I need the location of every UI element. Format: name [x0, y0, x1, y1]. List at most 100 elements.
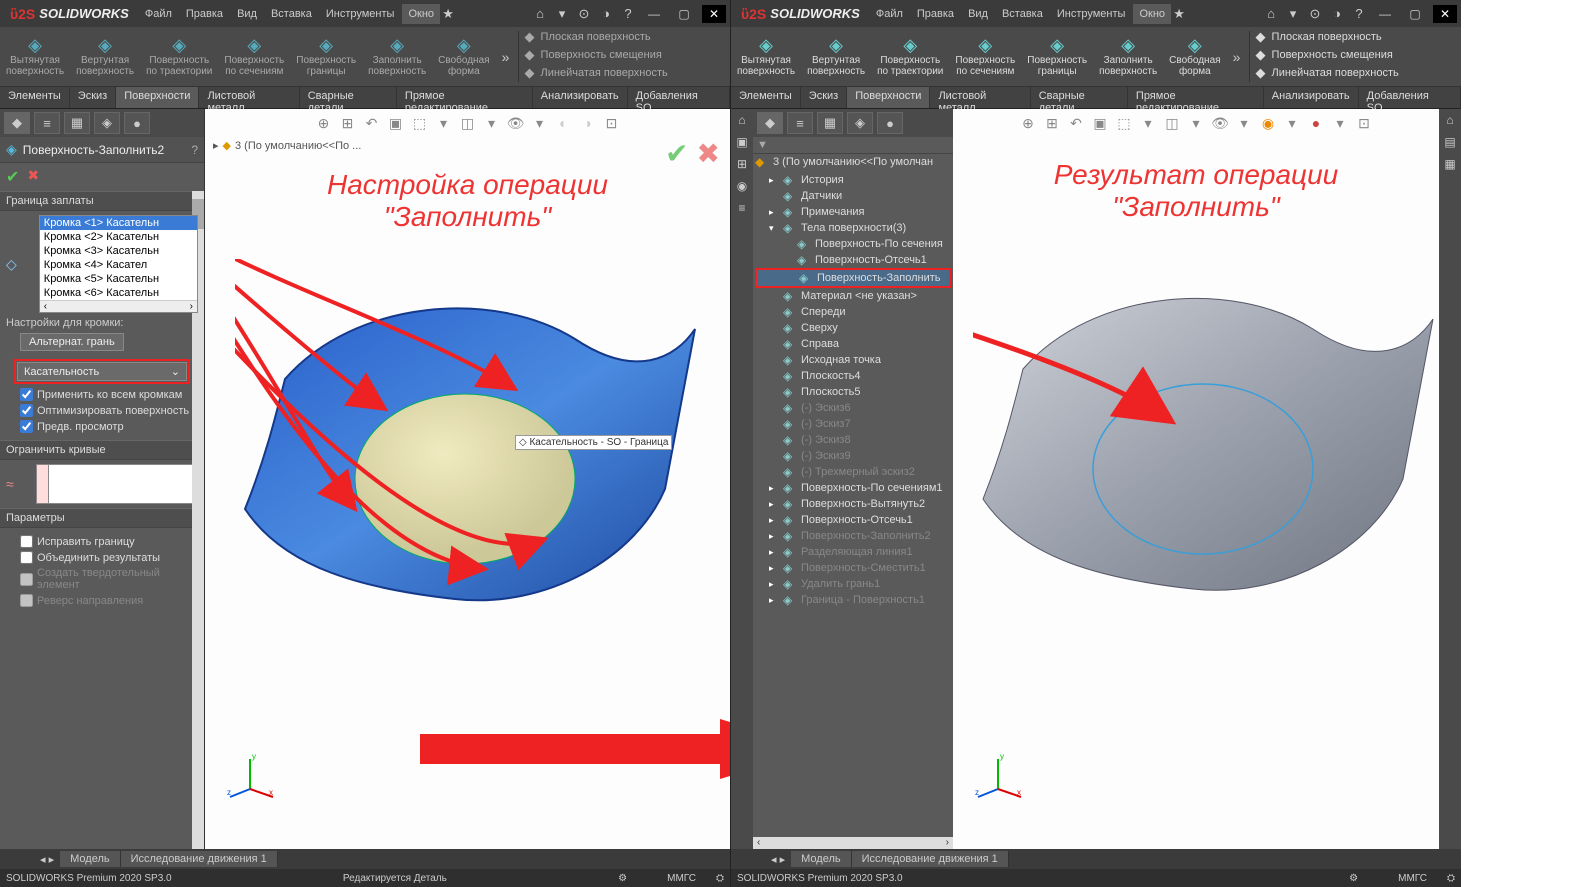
doc-icon[interactable]: ▾: [554, 6, 570, 22]
close-button[interactable]: ✕: [702, 5, 726, 23]
menu-Правка[interactable]: Правка: [180, 4, 229, 24]
pin-icon[interactable]: ★: [1171, 6, 1187, 22]
box-icon[interactable]: ⬚: [1114, 113, 1134, 133]
tab-model[interactable]: Модель: [791, 851, 851, 867]
gear-icon[interactable]: ⛭: [1447, 873, 1455, 884]
menu-Инструменты[interactable]: Инструменты: [320, 4, 401, 24]
tree-node[interactable]: ◈Поверхность-Заполнить: [755, 268, 951, 288]
display-icon[interactable]: ◐: [554, 113, 574, 133]
ribbon-overflow[interactable]: »: [1227, 27, 1247, 86]
home-icon[interactable]: ⌂: [532, 6, 548, 22]
section-curves[interactable]: Ограничить кривые: [0, 440, 204, 460]
tree-node[interactable]: ▸◈История: [755, 172, 951, 188]
tree-node[interactable]: ◈(-) Трехмерный эскиз2: [755, 464, 951, 480]
tree-node[interactable]: ◈Спереди: [755, 304, 951, 320]
tree-node[interactable]: ▸◈Удалить грань1: [755, 576, 951, 592]
pin-icon[interactable]: ★: [440, 6, 456, 22]
tree-node[interactable]: ▸◈Поверхность-Отсечь1: [755, 512, 951, 528]
curves-listbox[interactable]: [36, 464, 198, 504]
ok-button[interactable]: ✔: [6, 167, 19, 187]
ribbon-Плоская поверхность[interactable]: ◆Плоская поверхность: [525, 29, 687, 45]
cancel-button[interactable]: ✖: [27, 167, 39, 187]
tab-model[interactable]: Модель: [60, 851, 120, 867]
tab-Поверхности[interactable]: Поверхности: [116, 87, 199, 108]
tree-node[interactable]: ▸◈Поверхность-Вытянуть2: [755, 496, 951, 512]
pm-tab-config[interactable]: ≡: [34, 112, 60, 134]
prev-view-icon[interactable]: ↶: [1066, 113, 1086, 133]
tree-node[interactable]: ▸◈Примечания: [755, 204, 951, 220]
tree-node[interactable]: ◈Сверху: [755, 320, 951, 336]
reverse-checkbox[interactable]: Реверс направления: [20, 594, 198, 607]
alt-face-button[interactable]: Альтернат. грань: [20, 333, 124, 351]
pm-tab-feature[interactable]: ◆: [757, 112, 783, 134]
ribbon-Поверхность границы[interactable]: ◈Поверхностьграницы: [290, 27, 362, 86]
ribbon-Линейчатая поверхность[interactable]: ◆Линейчатая поверхность: [1256, 65, 1418, 81]
maximize-button[interactable]: ▢: [1403, 5, 1427, 23]
ribbon-Поверхность по сечениям[interactable]: ◈Поверхностьпо сечениям: [949, 27, 1021, 86]
tree-node[interactable]: ▸◈Поверхность-Заполнить2: [755, 528, 951, 544]
ribbon-Свободная форма[interactable]: ◈Свободнаяформа: [432, 27, 495, 86]
tab-Прямое редактирование[interactable]: Прямое редактирование: [1128, 87, 1264, 108]
menu-Вид[interactable]: Вид: [962, 4, 994, 24]
tree-node[interactable]: ◈(-) Эскиз7: [755, 416, 951, 432]
prev-view-icon[interactable]: ↶: [362, 113, 382, 133]
ribbon-Поверхность смещения[interactable]: ◆Поверхность смещения: [525, 47, 687, 63]
tree-node[interactable]: ▸◈Поверхность-Сместить1: [755, 560, 951, 576]
tree-node[interactable]: ◈Материал <не указан>: [755, 288, 951, 304]
ribbon-Заполнить поверхность[interactable]: ◈Заполнитьповерхность: [1093, 27, 1163, 86]
apply-all-checkbox[interactable]: Применить ко всем кромкам: [20, 388, 198, 401]
edge-item[interactable]: Кромка <6> Касательн: [40, 286, 197, 300]
menu-Файл[interactable]: Файл: [870, 4, 909, 24]
ribbon-Поверхность по траектории[interactable]: ◈Поверхностьпо траектории: [140, 27, 218, 86]
viewport-ok-icon[interactable]: ✔: [665, 137, 688, 170]
menu-Окно[interactable]: Окно: [402, 4, 440, 24]
user-icon[interactable]: ◑: [598, 6, 614, 22]
edge-item[interactable]: Кромка <2> Касательн: [40, 230, 197, 244]
cloud-icon[interactable]: ⊙: [1307, 6, 1323, 22]
orient-icon[interactable]: ◫: [1162, 113, 1182, 133]
filter-icon[interactable]: ▼: [757, 139, 768, 151]
tab-motion[interactable]: Исследование движения 1: [121, 851, 278, 867]
tree-node[interactable]: ◈Датчики: [755, 188, 951, 204]
minimize-button[interactable]: —: [1373, 5, 1397, 23]
tab-Сварные детали[interactable]: Сварные детали: [1031, 87, 1128, 108]
tab-Элементы[interactable]: Элементы: [731, 87, 801, 108]
tree-node[interactable]: ▸◈Граница - Поверхность1: [755, 592, 951, 608]
ribbon-Вертунтая поверхность[interactable]: ◈Вертунтаяповерхность: [70, 27, 140, 86]
edges-listbox[interactable]: Кромка <1> КасательнКромка <2> Касательн…: [39, 215, 198, 313]
home-icon[interactable]: ⌂: [1441, 111, 1459, 129]
tab-Эскиз[interactable]: Эскиз: [801, 87, 847, 108]
tangency-combo[interactable]: Касательность⌄: [17, 362, 187, 381]
ribbon-overflow[interactable]: »: [496, 27, 516, 86]
help-icon[interactable]: ?: [191, 143, 198, 157]
pm-tab-config[interactable]: ≡: [787, 112, 813, 134]
tree-hscroll[interactable]: ‹›: [753, 837, 953, 849]
panel-icon[interactable]: ▤: [1441, 133, 1459, 151]
tree-node[interactable]: ◈Поверхность-Отсечь1: [755, 252, 951, 268]
eye-icon[interactable]: 👁: [1210, 113, 1230, 133]
section-boundary[interactable]: Граница заплаты: [0, 191, 204, 211]
tree-node[interactable]: ◈(-) Эскиз8: [755, 432, 951, 448]
pm-tab-ball[interactable]: ●: [124, 112, 150, 134]
tab-Элементы[interactable]: Элементы: [0, 87, 70, 108]
merge-checkbox[interactable]: Объединить результаты: [20, 551, 198, 564]
ribbon-Вытянутая поверхность[interactable]: ◈Вытянутаяповерхность: [731, 27, 801, 86]
maximize-button[interactable]: ▢: [672, 5, 696, 23]
appearance-icon[interactable]: ◉: [733, 177, 751, 195]
help-icon[interactable]: ?: [1351, 6, 1367, 22]
pm-tab-display[interactable]: ▦: [64, 112, 90, 134]
tab-Добавления SO...[interactable]: Добавления SO...: [628, 87, 730, 108]
tab-Прямое редактирование[interactable]: Прямое редактирование: [397, 87, 533, 108]
zoom-fit-icon[interactable]: ⊕: [314, 113, 334, 133]
zoom-area-icon[interactable]: ⊞: [338, 113, 358, 133]
pm-tab-ball[interactable]: ●: [877, 112, 903, 134]
eye-icon[interactable]: 👁: [506, 113, 526, 133]
dim-icon[interactable]: ⊞: [733, 155, 751, 173]
tree-node[interactable]: ◈(-) Эскиз6: [755, 400, 951, 416]
minimize-button[interactable]: —: [642, 5, 666, 23]
tree-root[interactable]: ◆ 3 (По умолчанию<<По умолчан: [753, 154, 953, 170]
color-icon[interactable]: ◉: [1258, 113, 1278, 133]
pm-tab-display[interactable]: ▦: [817, 112, 843, 134]
cloud-icon[interactable]: ⊙: [576, 6, 592, 22]
layers-icon[interactable]: ≡: [733, 199, 751, 217]
